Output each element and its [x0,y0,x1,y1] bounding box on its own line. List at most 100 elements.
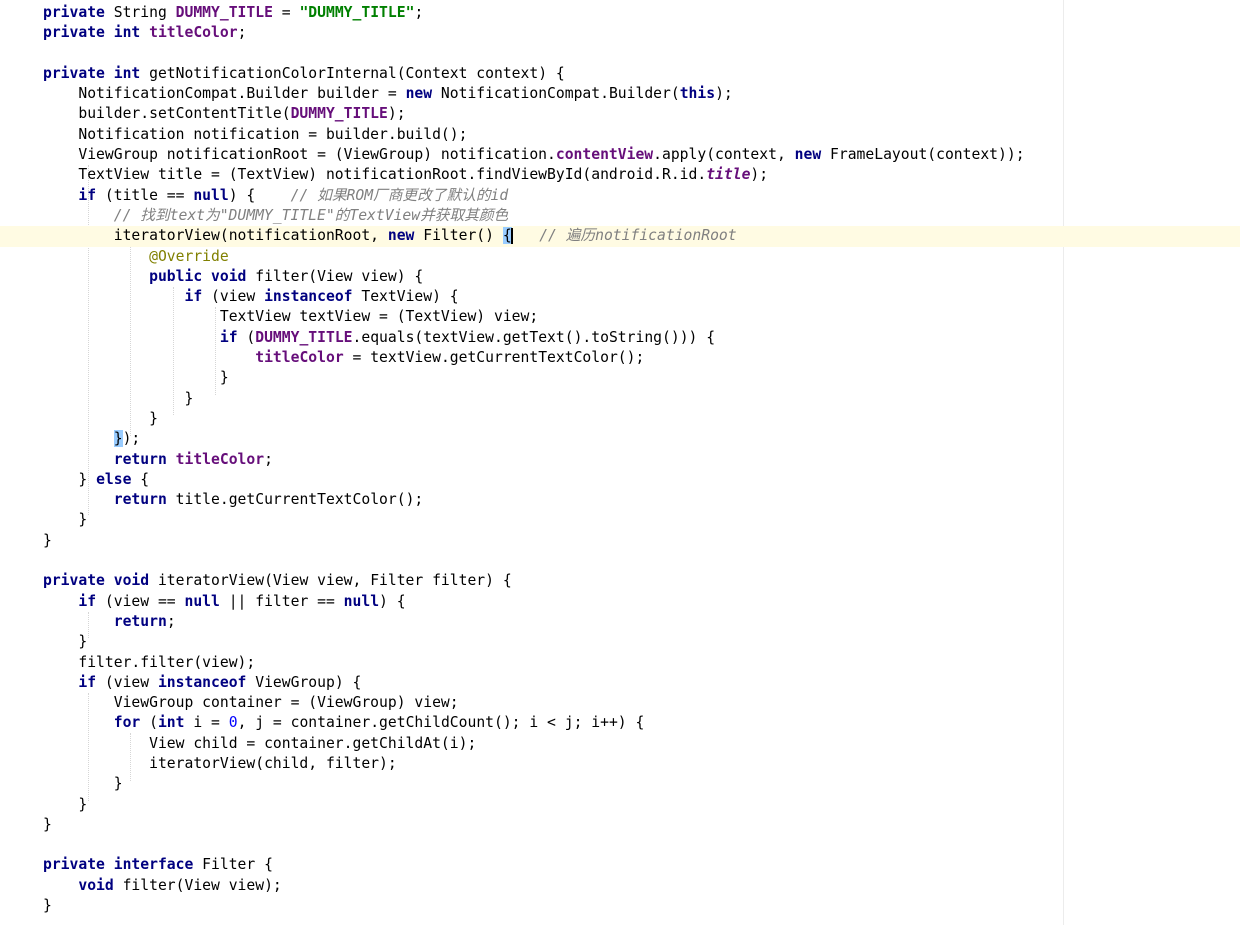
code-line[interactable]: if (view instanceof TextView) { [0,287,1240,307]
code-token-cmt: // 找到text为"DUMMY_TITLE"的TextView并获取其颜色 [113,206,509,224]
code-token: .equals(textView.getText().toString())) … [352,328,716,346]
code-line-text: // 找到text为"DUMMY_TITLE"的TextView并获取其颜色 [43,206,508,226]
code-line[interactable]: if (view == null || filter == null) { [0,592,1240,612]
code-token-cmt: // 遍历notificationRoot [539,227,737,245]
code-token-kw: return [113,450,167,468]
code-line[interactable]: return; [0,612,1240,632]
code-line[interactable]: NotificationCompat.Builder builder = new… [0,84,1240,104]
code-line-text: } [43,510,87,530]
code-line[interactable]: } [0,389,1240,409]
code-line[interactable]: iteratorView(child, filter); [0,754,1240,774]
code-line[interactable]: private int titleColor; [0,23,1240,43]
code-line[interactable]: } [0,531,1240,551]
code-line[interactable]: } [0,510,1240,530]
code-line-text: ViewGroup notificationRoot = (ViewGroup)… [43,145,1024,165]
code-line[interactable]: return title.getCurrentTextColor(); [0,490,1240,510]
code-line-text: private interface Filter { [43,855,273,875]
code-line[interactable]: TextView title = (TextView) notification… [0,165,1240,185]
code-line[interactable]: } [0,815,1240,835]
code-line[interactable]: } [0,409,1240,429]
code-token: TextView textView = (TextView) view; [43,308,539,326]
code-line[interactable]: return titleColor; [0,450,1240,470]
code-line[interactable]: if (DUMMY_TITLE.equals(textView.getText(… [0,328,1240,348]
code-line[interactable]: } [0,896,1240,916]
code-line[interactable]: public void filter(View view) { [0,267,1240,287]
code-line[interactable]: filter.filter(view); [0,653,1240,673]
code-line[interactable]: private String DUMMY_TITLE = "DUMMY_TITL… [0,3,1240,23]
code-line-text: filter.filter(view); [43,653,255,673]
code-line[interactable]: TextView textView = (TextView) view; [0,307,1240,327]
code-token: (view == [96,592,185,610]
code-line[interactable]: ViewGroup notificationRoot = (ViewGroup)… [0,145,1240,165]
code-line[interactable]: Notification notification = builder.buil… [0,125,1240,145]
code-line[interactable]: if (title == null) { // 如果ROM厂商更改了默认的id [0,186,1240,206]
code-token: TextView) { [352,288,459,306]
code-token-kw: private [43,856,105,874]
code-line-text: if (view instanceof ViewGroup) { [43,673,361,693]
code-line-text: public void filter(View view) { [43,267,423,287]
code-line-text: } [43,409,158,429]
code-token-str: "DUMMY_TITLE" [299,4,415,21]
code-line[interactable]: titleColor = textView.getCurrentTextColo… [0,348,1240,368]
code-line[interactable]: // 找到text为"DUMMY_TITLE"的TextView并获取其颜色 [0,206,1240,226]
code-line[interactable]: private int getNotificationColorInternal… [0,64,1240,84]
code-line-text: View child = container.getChildAt(i); [43,734,476,754]
code-token-kw: null [193,186,229,204]
code-lines: private String DUMMY_TITLE = "DUMMY_TITL… [0,3,1240,916]
code-editor[interactable]: private String DUMMY_TITLE = "DUMMY_TITL… [0,0,1240,925]
code-line[interactable]: } [0,368,1240,388]
code-token-kw: int [157,714,185,732]
code-token-kw: private [43,4,105,21]
code-line[interactable]: } else { [0,470,1240,490]
code-line-text: private String DUMMY_TITLE = "DUMMY_TITL… [43,3,423,23]
code-line[interactable]: ViewGroup container = (ViewGroup) view; [0,693,1240,713]
code-line-text: if (title == null) { // 如果ROM厂商更改了默认的id [43,186,508,206]
code-line-text: return; [43,612,176,632]
code-token: { [131,470,150,488]
code-line[interactable]: private interface Filter { [0,855,1240,875]
code-token: ( [237,328,256,346]
code-line[interactable]: private void iteratorView(View view, Fil… [0,571,1240,591]
code-token-num: 0 [228,714,238,732]
code-line[interactable]: @Override [0,247,1240,267]
code-line[interactable] [0,44,1240,64]
code-line-text: Notification notification = builder.buil… [43,125,467,145]
code-token: .apply(context, [653,146,795,164]
code-line[interactable]: builder.setContentTitle(DUMMY_TITLE); [0,104,1240,124]
code-token: ); [750,166,769,184]
code-token: ; [264,450,273,468]
code-line[interactable]: if (view instanceof ViewGroup) { [0,673,1240,693]
code-token: ViewGroup notificationRoot = (ViewGroup)… [43,146,556,164]
code-line[interactable] [0,551,1240,571]
code-token: = textView.getCurrentTextColor(); [343,349,645,367]
code-line[interactable]: for (int i = 0, j = container.getChildCo… [0,713,1240,733]
code-line-text: private int titleColor; [43,23,246,43]
code-token: } [43,775,123,793]
code-token: filter(View view) { [246,267,424,285]
code-token: iteratorView(notificationRoot, [43,227,388,245]
code-token: } [43,633,88,651]
code-token: NotificationCompat.Builder builder = [43,85,406,103]
code-token: } [43,470,97,488]
code-line[interactable]: View child = container.getChildAt(i); [0,734,1240,754]
code-line[interactable] [0,835,1240,855]
code-line[interactable]: void filter(View view); [0,876,1240,896]
code-line[interactable]: } [0,795,1240,815]
code-line-text: } [43,389,193,409]
code-line[interactable]: } [0,774,1240,794]
code-line-current[interactable]: iteratorView(notificationRoot, new Filte… [0,226,1240,247]
code-token-kw: int [113,24,141,42]
code-line[interactable]: }); [0,429,1240,449]
code-line[interactable]: } [0,632,1240,652]
code-token: ; [414,4,424,21]
